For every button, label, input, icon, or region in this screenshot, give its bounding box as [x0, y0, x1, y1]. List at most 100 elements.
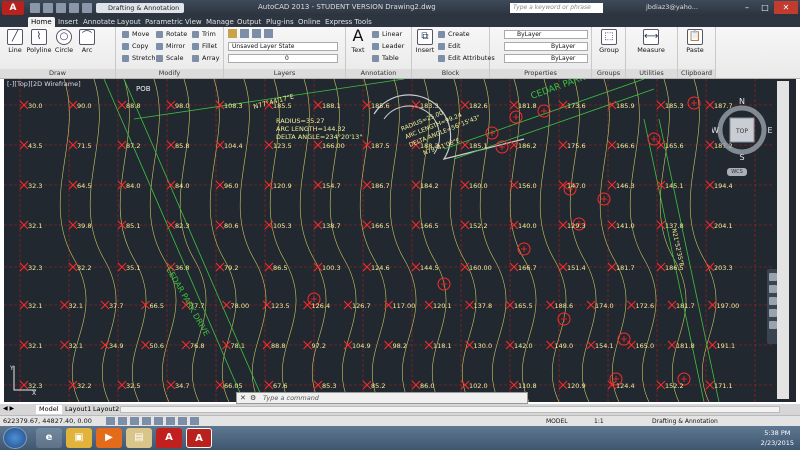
- move-button[interactable]: Move: [122, 30, 149, 38]
- elevation-value[interactable]: 88.8: [271, 342, 285, 350]
- survey-point-marker[interactable]: [656, 140, 666, 150]
- survey-point-marker[interactable]: [215, 380, 225, 390]
- elevation-value[interactable]: 138.7: [322, 222, 341, 230]
- survey-point-marker[interactable]: [100, 340, 110, 350]
- command-history-icon[interactable]: ⚙: [250, 394, 256, 402]
- elevation-value[interactable]: 82.3: [175, 222, 189, 230]
- elevation-value[interactable]: 187.5: [371, 142, 390, 150]
- folder-icon[interactable]: ▤: [126, 428, 152, 448]
- scale-button[interactable]: Scale: [156, 54, 184, 62]
- elevation-value[interactable]: 191.1: [717, 342, 736, 350]
- elevation-value[interactable]: 120.9: [273, 182, 292, 190]
- elevation-value[interactable]: 97.2: [312, 342, 326, 350]
- paste-tool[interactable]: 📋 Paste: [682, 29, 708, 54]
- elevation-value[interactable]: 185.9: [616, 102, 635, 110]
- survey-point-marker[interactable]: [460, 262, 470, 272]
- acrobat-icon[interactable]: A: [156, 428, 182, 448]
- orbit-icon[interactable]: [769, 309, 777, 317]
- elevation-value[interactable]: 152.2: [665, 382, 684, 390]
- mirror-button[interactable]: Mirror: [156, 42, 185, 50]
- elevation-value[interactable]: 181.7: [616, 264, 635, 272]
- horizontal-scrollbar[interactable]: [120, 406, 780, 413]
- internet-explorer-icon[interactable]: e: [36, 428, 62, 448]
- user-account[interactable]: jbdiaz3@yaho...: [646, 3, 698, 11]
- dynamic-input-icon[interactable]: [178, 417, 187, 425]
- utilities-panel-label[interactable]: Utilities: [626, 69, 677, 78]
- survey-point-marker[interactable]: [546, 300, 555, 310]
- elevation-value[interactable]: 78.1: [231, 342, 245, 350]
- redo-icon[interactable]: [82, 3, 92, 13]
- elevation-value[interactable]: 88.8: [126, 102, 140, 110]
- tab-view[interactable]: View: [182, 17, 205, 27]
- command-line[interactable]: ✕ ⚙ Type a command: [236, 392, 528, 404]
- drawing-canvas[interactable]: 30.0 90.0 88.8 98.0 108.3 185.5 188.1 185.6 183.…: [4, 79, 796, 402]
- elevation-value[interactable]: 76.8: [190, 342, 204, 350]
- annotation-scale[interactable]: 1:1: [594, 417, 604, 426]
- elevation-value[interactable]: 129.3: [567, 222, 586, 230]
- fillet-button[interactable]: Fillet: [192, 42, 217, 50]
- elevation-value[interactable]: 174.0: [595, 302, 614, 310]
- snap-icon[interactable]: [106, 417, 115, 425]
- elevation-value[interactable]: 32.1: [69, 342, 83, 350]
- line-tool[interactable]: ╱ Line: [4, 29, 26, 54]
- elevation-value[interactable]: 152.2: [469, 222, 488, 230]
- autocad-taskbar-icon[interactable]: A: [186, 428, 212, 448]
- close-icon[interactable]: ✕: [774, 1, 798, 14]
- elevation-value[interactable]: 165.0: [636, 342, 655, 350]
- elevation-value[interactable]: 79.2: [224, 264, 238, 272]
- elevation-value[interactable]: 110.8: [518, 382, 537, 390]
- elevation-value[interactable]: 90.0: [77, 102, 91, 110]
- layer-properties-icon[interactable]: [228, 29, 237, 38]
- survey-point-marker[interactable]: [586, 340, 596, 350]
- undo-icon[interactable]: [69, 3, 79, 13]
- elevation-value[interactable]: 166.00: [322, 142, 345, 150]
- elevation-value[interactable]: 183.3: [420, 102, 439, 110]
- coordinate-readout[interactable]: 622379.67, 44827.40, 0.00: [3, 417, 92, 425]
- elevation-value[interactable]: 96.0: [224, 182, 238, 190]
- elevation-value[interactable]: 32.3: [28, 264, 42, 272]
- properties-panel-label[interactable]: Properties: [490, 69, 591, 78]
- copy-button[interactable]: Copy: [122, 42, 149, 50]
- arc-tool[interactable]: ⌒ Arc: [76, 29, 98, 54]
- layer-off-icon[interactable]: [240, 29, 249, 38]
- street-label[interactable]: CEDAR PARK: [530, 79, 588, 102]
- tab-layout[interactable]: Layout: [114, 17, 144, 27]
- survey-point-marker[interactable]: [215, 140, 225, 150]
- elevation-value[interactable]: 98.2: [393, 342, 407, 350]
- layer-state-dropdown[interactable]: Unsaved Layer State: [228, 42, 338, 51]
- compass-north[interactable]: N: [739, 97, 745, 106]
- color-dropdown[interactable]: ByLayer: [504, 30, 588, 39]
- elevation-value[interactable]: 184.2: [420, 182, 439, 190]
- edit-block-button[interactable]: Edit: [438, 42, 461, 50]
- elevation-value[interactable]: 32.5: [126, 382, 140, 390]
- elevation-value[interactable]: 32.3: [28, 182, 42, 190]
- elevation-value[interactable]: 144.5: [420, 264, 439, 272]
- elevation-value[interactable]: 197.00: [717, 302, 740, 310]
- system-clock[interactable]: 5:38 PM 2/23/2015: [761, 428, 794, 448]
- tab-online[interactable]: Online: [295, 17, 324, 27]
- elevation-value[interactable]: 146.3: [616, 182, 635, 190]
- edit-attributes-button[interactable]: Edit Attributes: [438, 54, 495, 62]
- elevation-value[interactable]: 154.1: [595, 342, 614, 350]
- elevation-value[interactable]: 32.1: [69, 302, 83, 310]
- survey-point-marker[interactable]: [656, 100, 666, 110]
- elevation-value[interactable]: 185.1: [469, 142, 488, 150]
- survey-point-marker[interactable]: [411, 100, 421, 110]
- command-input[interactable]: Type a command: [263, 394, 319, 402]
- elevation-value[interactable]: 84.0: [175, 182, 189, 190]
- viewport-label[interactable]: [-][Top][2D Wireframe]: [7, 80, 81, 88]
- drawing-svg[interactable]: 30.0 90.0 88.8 98.0 108.3 185.5 188.1 185.6 183.…: [4, 79, 796, 402]
- linear-dimension-button[interactable]: Linear: [372, 30, 402, 38]
- tab-manage[interactable]: Manage: [203, 17, 237, 27]
- elevation-value[interactable]: 78.00: [231, 302, 250, 310]
- tab-plug-ins[interactable]: Plug-ins: [263, 17, 297, 27]
- circle-tool[interactable]: ○ Circle: [53, 29, 75, 54]
- survey-point-marker[interactable]: [505, 340, 515, 350]
- elevation-value[interactable]: 66.5: [150, 302, 164, 310]
- survey-point-marker[interactable]: [100, 300, 110, 310]
- elevation-value[interactable]: 108.3: [224, 102, 243, 110]
- elevation-value[interactable]: 120.1: [433, 302, 452, 310]
- text-tool[interactable]: A Text: [348, 28, 368, 55]
- survey-point-marker[interactable]: [656, 262, 666, 272]
- elevation-value[interactable]: 87.2: [126, 142, 140, 150]
